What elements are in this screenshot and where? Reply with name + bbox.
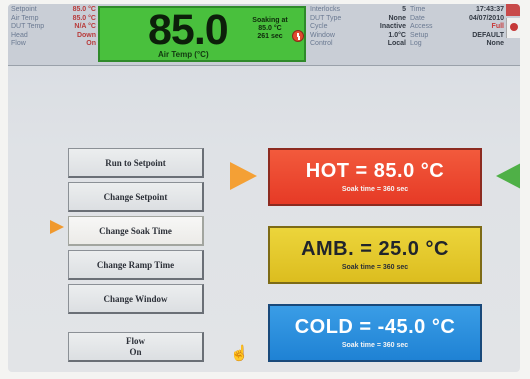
- setup-row: Setup DEFAULT: [410, 32, 504, 41]
- clock-icon: [292, 30, 304, 42]
- dut-type-row: DUT Type None: [310, 15, 406, 24]
- head-value: Down: [76, 31, 96, 39]
- change-soak-time-button[interactable]: Change Soak Time: [68, 216, 204, 246]
- status-right-panel: Time 17:43:37 Date 04/07/2010 Access Full S…: [410, 6, 504, 49]
- time-label: Time: [410, 6, 426, 13]
- access-row: Access Full: [410, 23, 504, 32]
- readout-label: Air Temp (°C): [158, 50, 209, 59]
- status-header: Setpoint 85.0 °C Air Temp 85.0 °C DUT Temp…: [8, 4, 520, 66]
- dut-temp-value: N/A °C: [74, 23, 96, 31]
- dut-type-value: None: [388, 14, 407, 22]
- readout-value: 85.0: [148, 6, 229, 54]
- dut-temp-label: DUT Temp: [11, 23, 45, 31]
- cold-soak-label: Soak time = 360 sec: [341, 342, 409, 349]
- cycle-value: Inactive: [379, 23, 406, 31]
- time-value: 17:43:37: [475, 6, 504, 13]
- soak-line-3: 261 sec: [257, 33, 283, 40]
- soak-line-2: 85.0 °C: [258, 25, 282, 32]
- interlocks-value: 5: [402, 6, 406, 13]
- selected-tile-arrow-icon: [230, 162, 257, 190]
- flow-value: On: [86, 40, 96, 48]
- flow-toggle-button[interactable]: Flow On: [68, 332, 204, 362]
- log-row: Log None: [410, 40, 504, 49]
- selection-arrow-icon: [50, 220, 64, 234]
- time-row: Time 17:43:37: [410, 6, 504, 15]
- amb-soak-label: Soak time = 360 sec: [341, 264, 409, 271]
- soak-line-1: Soaking at: [252, 17, 288, 24]
- dut-type-label: DUT Type: [310, 14, 342, 22]
- head-row: Head Down: [11, 32, 96, 41]
- alarm-indicator: [506, 4, 520, 16]
- controller-screen: Setpoint 85.0 °C Air Temp 85.0 °C DUT Temp…: [8, 4, 520, 372]
- ambient-setpoint-tile[interactable]: AMB. = 25.0 °C Soak time = 360 sec: [268, 226, 482, 284]
- status-middle-panel: Interlocks 5 DUT Type None Cycle Inactive W…: [310, 6, 406, 49]
- interlocks-row: Interlocks 5: [310, 6, 406, 15]
- dut-temp-row: DUT Temp N/A °C: [11, 23, 96, 32]
- interlocks-label: Interlocks: [310, 6, 340, 13]
- hand-pointer-icon: ☝: [230, 345, 249, 362]
- window-row: Window 1.0°C: [310, 32, 406, 41]
- head-label: Head: [11, 31, 28, 39]
- access-value: Full: [491, 23, 504, 31]
- cycle-row: Cycle Inactive: [310, 23, 406, 32]
- status-left-panel: Setpoint 85.0 °C Air Temp 85.0 °C DUT Temp…: [11, 6, 96, 49]
- air-temp-row: Air Temp 85.0 °C: [11, 15, 96, 24]
- setpoint-label: Setpoint: [11, 6, 37, 13]
- setpoint-row: Setpoint 85.0 °C: [11, 6, 96, 15]
- log-label: Log: [410, 40, 422, 48]
- change-window-button[interactable]: Change Window: [68, 284, 204, 314]
- cold-temp-label: COLD = -45.0 °C: [294, 316, 456, 338]
- control-value: Local: [387, 40, 406, 48]
- air-temp-value: 85.0 °C: [72, 14, 96, 22]
- active-tile-arrow-icon: [496, 162, 520, 190]
- access-label: Access: [410, 23, 433, 31]
- monitor-frame: Setpoint 85.0 °C Air Temp 85.0 °C DUT Temp…: [0, 0, 530, 379]
- cold-setpoint-tile[interactable]: COLD = -45.0 °C Soak time = 360 sec: [268, 304, 482, 362]
- hot-temp-label: HOT = 85.0 °C: [305, 160, 445, 182]
- air-temp-readout: 85.0 Air Temp (°C) Soaking at 85.0 °C 26…: [98, 6, 306, 62]
- air-temp-label: Air Temp: [11, 14, 39, 22]
- log-value: None: [486, 40, 505, 48]
- flow-button-label: Flow: [126, 335, 145, 346]
- control-row: Control Local: [310, 40, 406, 49]
- control-label: Control: [310, 40, 333, 48]
- amb-temp-label: AMB. = 25.0 °C: [301, 238, 449, 260]
- setpoint-value: 85.0 °C: [72, 6, 96, 13]
- date-label: Date: [410, 14, 425, 22]
- cycle-label: Cycle: [310, 23, 328, 31]
- date-row: Date 04/07/2010: [410, 15, 504, 24]
- soak-status: Soaking at 85.0 °C 261 sec: [246, 17, 294, 41]
- window-label: Window: [310, 31, 335, 39]
- change-ramp-time-button[interactable]: Change Ramp Time: [68, 250, 204, 280]
- change-setpoint-button[interactable]: Change Setpoint: [68, 182, 204, 212]
- date-value: 04/07/2010: [468, 14, 504, 22]
- setup-label: Setup: [410, 31, 429, 39]
- run-to-setpoint-button[interactable]: Run to Setpoint: [68, 148, 204, 178]
- hot-soak-label: Soak time = 360 sec: [341, 186, 409, 193]
- flow-row: Flow On: [11, 40, 96, 49]
- alarm-icon[interactable]: [506, 18, 520, 38]
- window-value: 1.0°C: [388, 31, 406, 39]
- setup-value: DEFAULT: [472, 31, 504, 39]
- flow-button-state: On: [129, 346, 142, 357]
- flow-label: Flow: [11, 40, 26, 48]
- hot-setpoint-tile[interactable]: HOT = 85.0 °C Soak time = 360 sec: [268, 148, 482, 206]
